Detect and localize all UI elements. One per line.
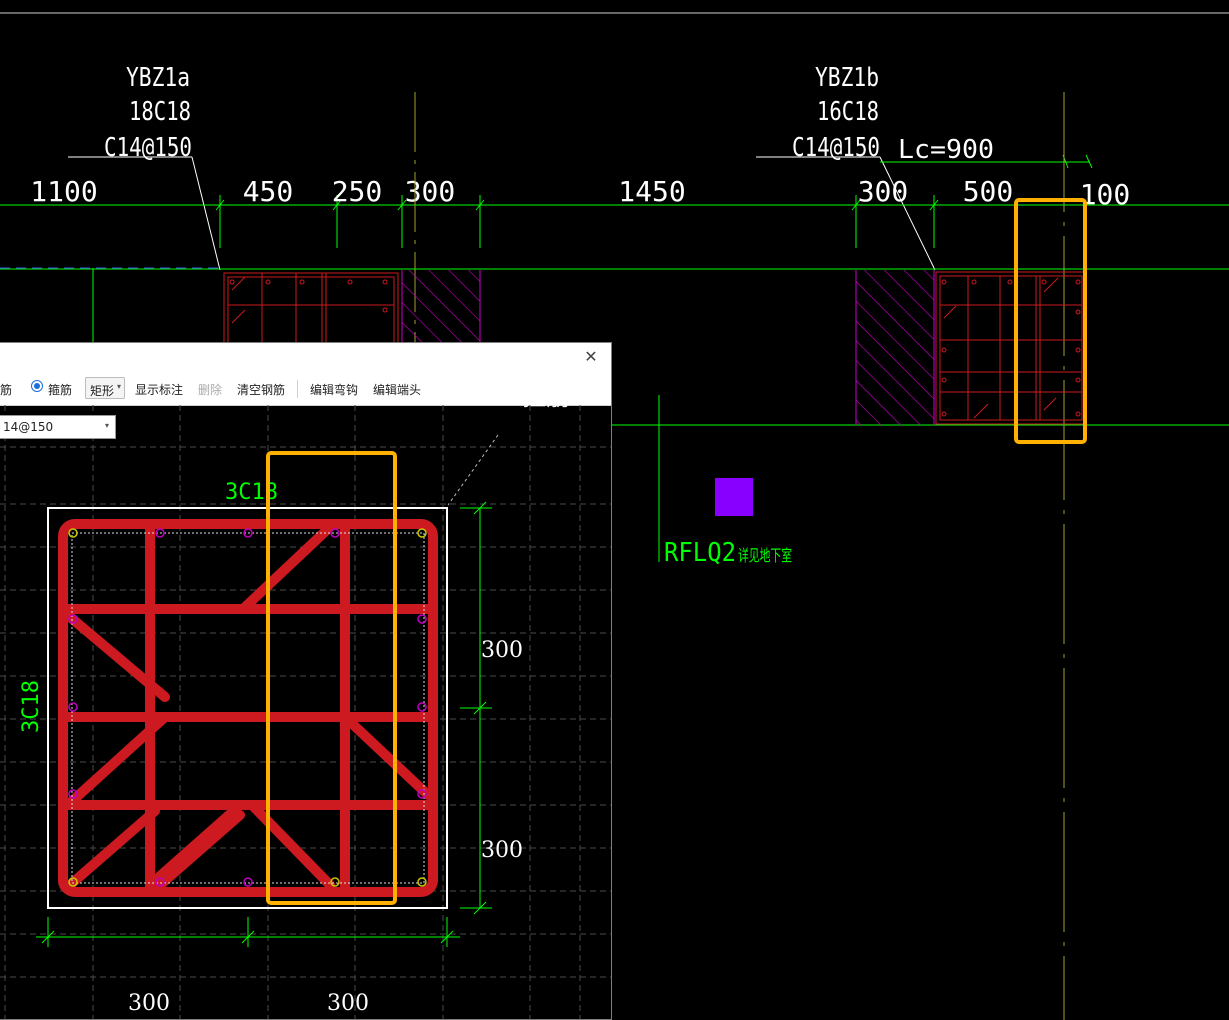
dim-1100: 1100 [30,175,97,208]
highlight-box-main [1014,198,1087,444]
dim-300-left: 300 [405,175,456,208]
dialog-toolbar: 筋 箍筋 矩形 ▾ 显示标注 删除 清空钢筋 编辑弯钩 编辑端头 [0,373,611,406]
dimension-ticks [215,195,939,248]
leader-line [191,156,221,271]
rebar-editor-dialog: ✕ 筋 箍筋 矩形 ▾ 显示标注 删除 清空钢筋 编辑弯钩 编辑端头 拉筋 [0,342,612,1020]
rebar-bars[interactable] [68,528,427,887]
column-stirrup-ybz1b: C14@150 [792,133,880,163]
dim-300-right: 300 [858,175,909,208]
stirrup-spec-combo[interactable]: 14@150 ▾ [0,415,116,439]
tie-bar [145,803,242,890]
dialog-titlebar[interactable]: ✕ [0,343,611,373]
edit-hook-button[interactable]: 编辑弯钩 [310,381,358,398]
column-rebar-ybz1b: 16C18 [817,97,879,127]
tie-bar [247,800,335,890]
toolbar-separator [297,380,298,398]
wall-label: RFLQ2 详见地下室 [664,538,792,568]
bg-leader-line [447,434,499,506]
tie-bar [340,712,433,800]
dim-bottom-right[interactable]: 300 [327,991,369,1016]
dim-right-bottom[interactable]: 300 [481,838,523,863]
chevron-down-icon: ▾ [116,382,121,391]
clear-rebar-button[interactable]: 清空钢筋 [237,381,285,398]
close-icon[interactable]: ✕ [581,347,601,367]
bottom-dimensions [36,917,460,947]
show-dims-button[interactable]: 显示标注 [135,381,183,398]
cover-line [71,532,425,884]
tie-bar [238,522,335,614]
tie-bar [155,810,245,890]
dim-450: 450 [243,175,294,208]
toolbar-partial-label[interactable]: 筋 [0,381,12,398]
stirrup-spec-value: 14@150 [3,420,54,434]
dim-1450: 1450 [618,175,685,208]
column-label-ybz1a: YBZ1a 18C18 C14@150 [104,63,192,163]
column-name-ybz1a: YBZ1a [126,63,190,93]
dim-500: 500 [963,175,1014,208]
rebar-cage[interactable] [58,519,438,897]
lc-label: Lc=900 [898,135,994,165]
shape-select[interactable]: 矩形 ▾ [85,377,125,399]
chevron-down-icon: ▾ [104,421,109,430]
bg-tie-label: 拉筋 [522,405,570,411]
hatched-wall-left [401,270,481,350]
column-stirrup-ybz1a: C14@150 [104,133,192,163]
column-section-ybz1a [223,272,399,354]
wall-note: 详见地下室 [738,546,792,565]
radio-checked-icon[interactable] [31,380,43,392]
dim-250: 250 [332,175,383,208]
dim-right-top[interactable]: 300 [481,638,523,663]
shape-select-value: 矩形 [90,384,115,398]
wall-label-rflq2: RFLQ2 [664,538,736,568]
leader-line [879,156,936,271]
column-rebar-ybz1a: 18C18 [129,97,191,127]
dim-bottom-left[interactable]: 300 [128,991,170,1016]
column-label-ybz1b: YBZ1b 16C18 C14@150 Lc=900 [792,63,994,165]
wall-marker-square[interactable] [715,478,753,516]
stirrup-radio-label[interactable]: 箍筋 [48,381,72,398]
dim-100: 100 [1080,178,1131,211]
top-rebar-label[interactable]: 3C18 [225,480,278,505]
column-name-ybz1b: YBZ1b [815,63,879,93]
dimension-values: 1100 450 250 300 1450 300 500 100 [30,175,1130,211]
edit-end-button[interactable]: 编辑端头 [373,381,421,398]
left-rebar-label[interactable]: 3C18 [19,680,44,733]
delete-button[interactable]: 删除 [198,381,222,398]
hatched-wall-right [855,270,935,425]
section-canvas[interactable]: 拉筋 [0,405,612,1020]
